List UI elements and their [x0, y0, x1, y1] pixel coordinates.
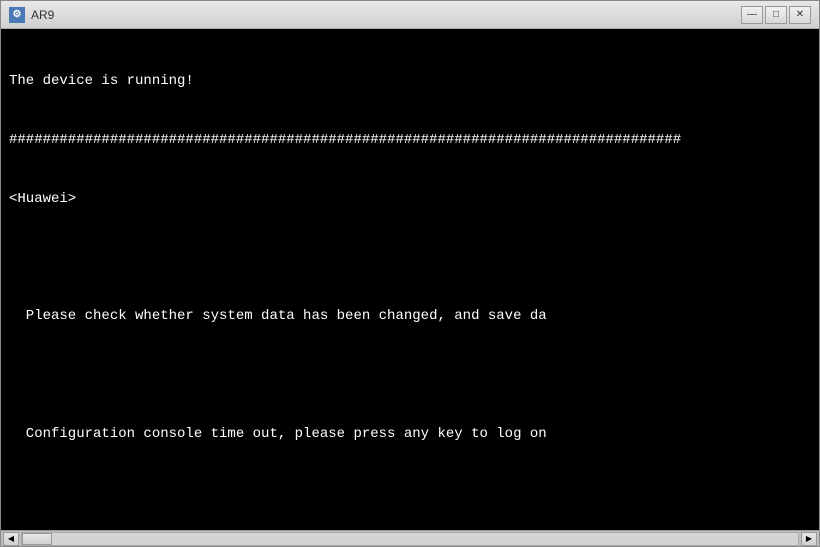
main-window: ⚙ AR9 — □ ✕ The device is running! #####…	[0, 0, 820, 547]
terminal-line-2: ########################################…	[9, 131, 811, 151]
title-bar: ⚙ AR9 — □ ✕	[1, 1, 819, 29]
horizontal-scrollbar[interactable]: ◀ ▶	[1, 530, 819, 546]
terminal-line-6	[9, 366, 811, 386]
app-icon-text: ⚙	[13, 9, 22, 20]
terminal-line-1: The device is running!	[9, 72, 811, 92]
scroll-left-button[interactable]: ◀	[3, 532, 19, 546]
close-button[interactable]: ✕	[789, 6, 811, 24]
app-icon: ⚙	[9, 7, 25, 23]
window-controls: — □ ✕	[741, 6, 811, 24]
title-bar-left: ⚙ AR9	[9, 7, 54, 23]
terminal-area[interactable]: The device is running! #################…	[1, 29, 819, 530]
terminal-line-8	[9, 484, 811, 504]
scroll-track[interactable]	[21, 532, 799, 546]
scroll-thumb[interactable]	[22, 533, 52, 545]
terminal-line-5: Please check whether system data has bee…	[9, 307, 811, 327]
terminal-line-3: <Huawei>	[9, 190, 811, 210]
minimize-button[interactable]: —	[741, 6, 763, 24]
terminal-content: The device is running! #################…	[1, 29, 819, 530]
terminal-line-7: Configuration console time out, please p…	[9, 425, 811, 445]
terminal-line-4	[9, 249, 811, 269]
window-title: AR9	[31, 8, 54, 22]
restore-button[interactable]: □	[765, 6, 787, 24]
scroll-right-button[interactable]: ▶	[801, 532, 817, 546]
